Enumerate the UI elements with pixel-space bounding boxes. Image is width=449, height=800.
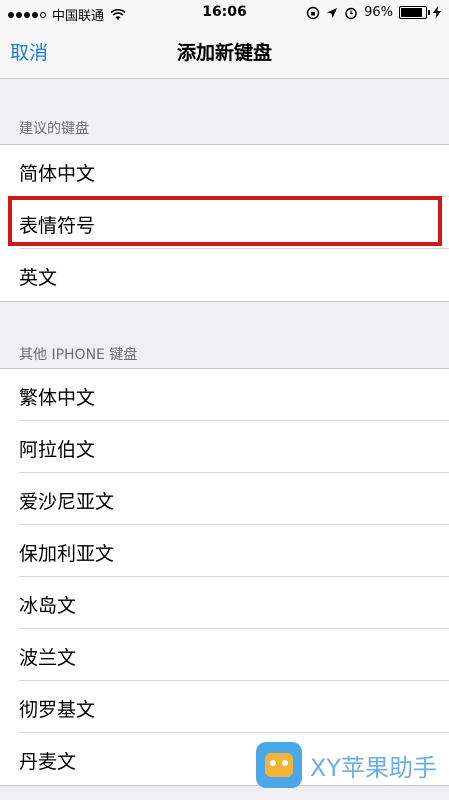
other-keyboards-list: 繁体中文 阿拉伯文 爱沙尼亚文 保加利亚文 冰岛文 波兰文 彻罗基文 丹麦文 (0, 368, 449, 786)
keyboard-item-arabic[interactable]: 阿拉伯文 (0, 421, 449, 473)
other-section-header: 其他 IPHONE 键盘 (19, 347, 138, 363)
watermark-logo-icon (255, 742, 302, 788)
watermark: XY苹果助手 (255, 742, 437, 788)
keyboard-label: 英文 (19, 267, 58, 289)
keyboard-item-cherokee[interactable]: 彻罗基文 (0, 681, 449, 733)
alarm-icon (345, 7, 357, 19)
keyboard-item-bulgarian[interactable]: 保加利亚文 (0, 525, 449, 577)
battery-icon (399, 6, 430, 19)
battery-fill (401, 8, 422, 17)
page-title: 添加新键盘 (176, 42, 272, 64)
suggested-section-header: 建议的键盘 (19, 121, 89, 137)
keyboard-label: 冰岛文 (19, 595, 77, 617)
keyboard-item-simplified-chinese[interactable]: 简体中文 (0, 145, 449, 197)
charging-icon (433, 6, 441, 19)
keyboard-label: 爱沙尼亚文 (19, 491, 115, 513)
keyboard-label: 保加利亚文 (19, 543, 115, 565)
keyboard-label: 简体中文 (19, 163, 96, 185)
keyboard-item-estonian[interactable]: 爱沙尼亚文 (0, 473, 449, 525)
location-icon (327, 7, 338, 18)
keyboard-label: 丹麦文 (19, 751, 77, 773)
battery-percent: 96% (364, 5, 393, 20)
keyboard-item-traditional-chinese[interactable]: 繁体中文 (0, 369, 449, 421)
watermark-text: XY苹果助手 (309, 753, 437, 782)
status-right: 96% (306, 5, 441, 20)
keyboard-label: 阿拉伯文 (19, 439, 96, 461)
keyboard-label: 繁体中文 (19, 387, 96, 409)
keyboard-item-polish[interactable]: 波兰文 (0, 629, 449, 681)
keyboard-item-icelandic[interactable]: 冰岛文 (0, 577, 449, 629)
keyboard-item-english[interactable]: 英文 (0, 249, 449, 301)
keyboard-label: 波兰文 (19, 647, 77, 669)
navigation-bar: 取消 添加新键盘 (0, 26, 449, 79)
rotation-lock-icon (306, 6, 320, 19)
status-bar: 中国联通 16:06 96% (0, 0, 449, 26)
highlight-box (8, 196, 442, 246)
keyboard-label: 彻罗基文 (19, 699, 96, 721)
